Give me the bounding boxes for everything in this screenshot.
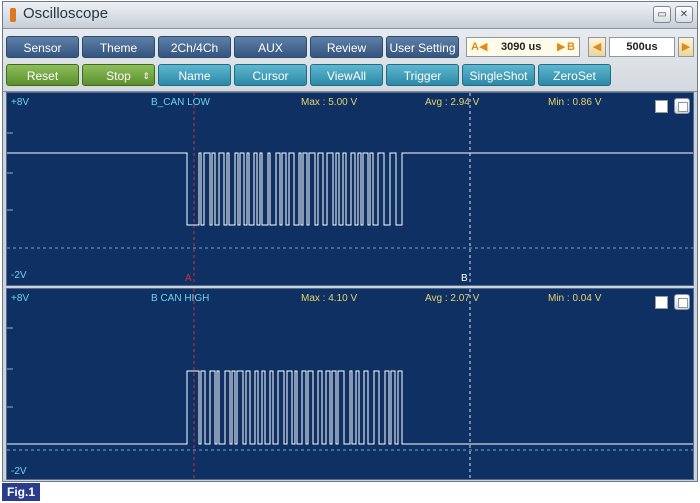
avg-readout: Avg : 2.07 V xyxy=(425,293,480,304)
channel-1-panel: +8V B_CAN LOW Max : 5.00 V Avg : 2.94 V … xyxy=(6,92,694,286)
vmin-label: -2V xyxy=(11,270,27,281)
left-arrow-icon: ◀ xyxy=(479,41,488,53)
channel-mode-button[interactable]: 2Ch/4Ch xyxy=(158,36,231,58)
minimize-icon[interactable]: ▭ xyxy=(653,6,671,23)
channel-1-graph xyxy=(7,93,693,285)
user-setting-button[interactable]: User Setting xyxy=(386,36,459,58)
timebase-increase-button[interactable]: ▶ xyxy=(678,37,694,57)
channel-name: B CAN HIGH xyxy=(151,293,210,304)
title-bar: Oscilloscope ▭ ✕ xyxy=(3,2,697,29)
stop-label: Stop xyxy=(106,69,131,83)
reset-button[interactable]: Reset xyxy=(6,64,79,86)
theme-button[interactable]: Theme xyxy=(82,36,155,58)
figure-label: Fig.1 xyxy=(2,483,40,501)
cursor-b-marker: B xyxy=(567,41,575,53)
singleshot-button[interactable]: SingleShot xyxy=(462,64,535,86)
aux-button[interactable]: AUX xyxy=(234,36,307,58)
maximize-icon[interactable] xyxy=(674,294,690,310)
channel-checkbox[interactable] xyxy=(655,296,668,309)
min-readout: Min : 0.86 V xyxy=(548,97,602,108)
window-title: Oscilloscope xyxy=(23,5,109,22)
channel-2-panel: +8V B CAN HIGH Max : 4.10 V Avg : 2.07 V… xyxy=(6,288,694,480)
cursor-delta-display: A ◀ 3090 us ▶ B xyxy=(466,37,580,57)
viewall-button[interactable]: ViewAll xyxy=(310,64,383,86)
app-icon xyxy=(10,8,16,22)
can-high-waveform xyxy=(7,370,693,445)
zeroset-button[interactable]: ZeroSet xyxy=(538,64,611,86)
cursor-delta-value: 3090 us xyxy=(501,41,542,53)
name-button[interactable]: Name xyxy=(158,64,231,86)
vmax-label: +8V xyxy=(11,293,30,304)
review-button[interactable]: Review xyxy=(310,36,383,58)
cursor-button[interactable]: Cursor xyxy=(234,64,307,86)
channel-checkbox[interactable] xyxy=(655,100,668,113)
toolbar: Sensor Theme 2Ch/4Ch AUX Review User Set… xyxy=(3,29,697,92)
close-icon[interactable]: ✕ xyxy=(675,6,693,23)
timebase-value: 500us xyxy=(609,37,675,57)
trigger-button[interactable]: Trigger xyxy=(386,64,459,86)
cursor-b-label[interactable]: B xyxy=(461,273,468,284)
timebase-decrease-button[interactable]: ◀ xyxy=(588,37,606,57)
updown-icon: ⇕ xyxy=(142,71,150,81)
sensor-button[interactable]: Sensor xyxy=(6,36,79,58)
maximize-icon[interactable] xyxy=(674,98,690,114)
right-arrow-icon: ▶ xyxy=(557,41,566,53)
oscilloscope-window: Oscilloscope ▭ ✕ Sensor Theme 2Ch/4Ch AU… xyxy=(2,1,698,482)
avg-readout: Avg : 2.94 V xyxy=(425,97,480,108)
cursor-a-marker: A xyxy=(471,41,479,53)
cursor-a-label[interactable]: A xyxy=(185,273,192,284)
can-low-waveform xyxy=(7,152,693,226)
max-readout: Max : 5.00 V xyxy=(301,97,358,108)
stop-button[interactable]: Stop ⇕ xyxy=(82,64,155,86)
vmax-label: +8V xyxy=(11,97,30,108)
max-readout: Max : 4.10 V xyxy=(301,293,358,304)
vmin-label: -2V xyxy=(11,466,27,477)
channel-name: B_CAN LOW xyxy=(151,97,210,108)
min-readout: Min : 0.04 V xyxy=(548,293,602,304)
channel-2-graph xyxy=(7,289,693,479)
